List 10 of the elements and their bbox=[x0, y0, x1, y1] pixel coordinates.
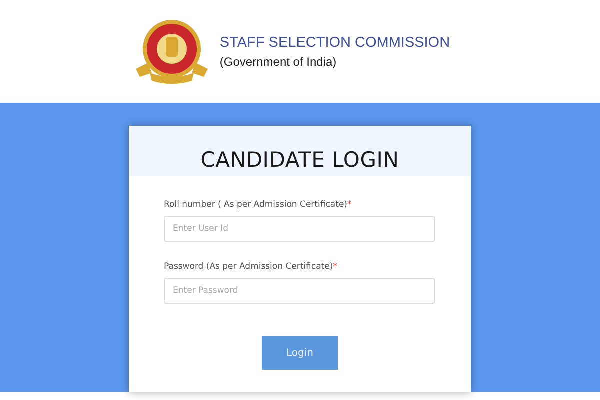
organization-subtitle: (Government of India) bbox=[220, 54, 338, 68]
required-mark: * bbox=[333, 262, 338, 272]
login-title: CANDIDATE LOGIN bbox=[200, 148, 400, 172]
input-field[interactable]: Enter User Id bbox=[164, 216, 435, 242]
required-mark: * bbox=[348, 200, 352, 210]
login-button[interactable]: Login bbox=[262, 336, 338, 370]
input-field[interactable]: Enter Password bbox=[164, 278, 435, 304]
organization-name: STAFF SELECTION COMMISSION bbox=[220, 34, 450, 50]
field-label: Roll number ( As per Admission Certificate) bbox=[164, 200, 348, 210]
field-label: Password (As per Admission Certificate) bbox=[164, 262, 334, 272]
